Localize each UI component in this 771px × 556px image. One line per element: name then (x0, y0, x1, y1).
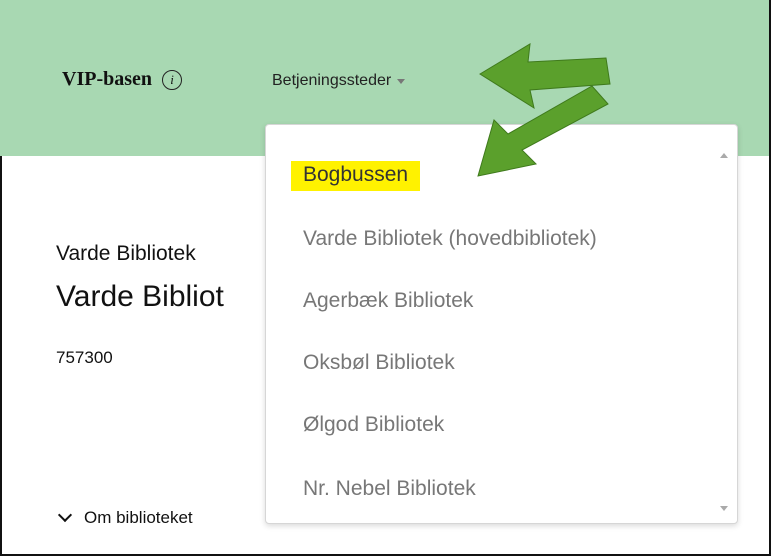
chevron-down-icon (57, 507, 73, 523)
scroll-up-icon[interactable] (720, 153, 728, 158)
about-library-label: Om biblioteket (84, 508, 193, 527)
locations-dropdown[interactable]: Betjeningssteder (272, 72, 406, 90)
menu-item-agerbaek[interactable]: Agerbæk Bibliotek (303, 289, 473, 313)
menu-item-bogbussen[interactable]: Bogbussen (291, 161, 421, 191)
about-library-toggle[interactable]: Om biblioteket (57, 507, 193, 528)
info-icon[interactable]: i (162, 69, 183, 90)
caret-down-icon (397, 78, 406, 84)
scroll-down-icon[interactable] (720, 506, 728, 511)
menu-item-oksbol[interactable]: Oksbøl Bibliotek (303, 351, 455, 375)
brand-label: VIP-basen (62, 68, 153, 90)
menu-item-olgod[interactable]: Ølgod Bibliotek (303, 413, 444, 437)
brand-title[interactable]: VIP-basen i (62, 68, 183, 91)
locations-dropdown-label: Betjeningssteder (272, 72, 392, 89)
library-subtitle: Varde Bibliotek (56, 242, 196, 265)
menu-item-nr-nebel[interactable]: Nr. Nebel Bibliotek (303, 477, 476, 501)
library-title: Varde Bibliot (56, 280, 224, 313)
menu-item-varde-hovedbibliotek[interactable]: Varde Bibliotek (hovedbibliotek) (303, 227, 597, 251)
locations-menu: Bogbussen Varde Bibliotek (hovedbibliote… (265, 124, 738, 524)
library-id: 757300 (56, 348, 113, 367)
menu-scrollbar[interactable] (717, 143, 731, 521)
